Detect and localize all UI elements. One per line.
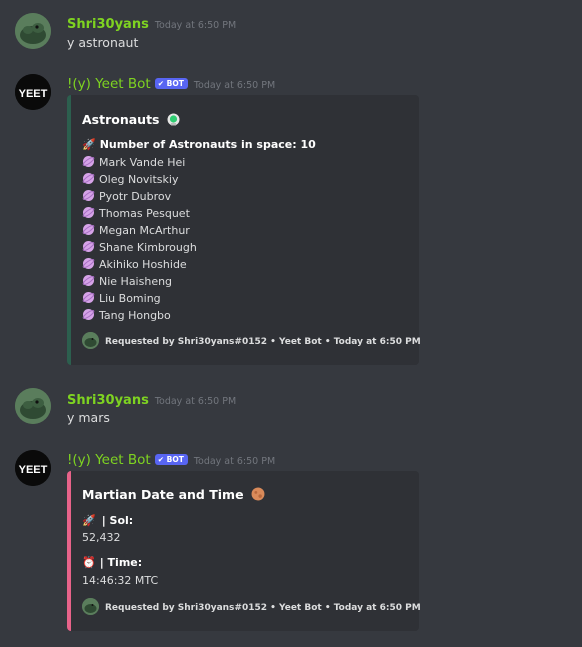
user-avatar[interactable]	[15, 13, 51, 49]
embed-title: Astronauts	[82, 112, 184, 127]
embed-footer: Requested by Shri30yans#0152 • Yeet Bot …	[82, 332, 421, 349]
timestamp: Today at 6:50 PM	[154, 20, 237, 31]
astronaut-item: Liu Boming	[82, 291, 161, 305]
astronaut-item: Thomas Pesquet	[82, 206, 190, 220]
sol-label: 🚀 | Sol:	[82, 514, 134, 527]
satellite-icon	[82, 224, 95, 235]
bot-username[interactable]: !(y) Yeet Bot	[67, 452, 151, 468]
username[interactable]: Shri30yans	[67, 393, 149, 408]
astronaut-name: Thomas Pesquet	[99, 207, 190, 220]
astronaut-item: Nie Haisheng	[82, 274, 172, 288]
embed-footer: Requested by Shri30yans#0152 • Yeet Bot …	[82, 598, 421, 615]
svg-text:YEET: YEET	[19, 464, 48, 476]
mars-planet-icon	[251, 487, 265, 501]
astronaut-item: Pyotr Dubrov	[82, 189, 171, 203]
mars-embed: Martian Date and Time 🚀 | Sol: 52,432 ⏰ | …	[67, 471, 421, 631]
astronaut-name: Shane Kimbrough	[99, 241, 197, 254]
astronaut-name: Mark Vande Hei	[99, 156, 186, 169]
footer-avatar-icon	[82, 332, 99, 349]
astronaut-item: Megan McArthur	[82, 223, 190, 237]
frog-avatar-icon	[15, 388, 51, 424]
satellite-icon	[82, 190, 95, 201]
astronauts-embed: Astronauts 🚀 Number of Astronauts in spac…	[67, 95, 421, 365]
embed-title-text: Astronauts	[82, 112, 160, 127]
sol-value: 52,432	[82, 531, 121, 544]
embed-title: Martian Date and Time	[82, 487, 269, 502]
message-text: y astronaut	[67, 35, 139, 50]
satellite-icon	[82, 207, 95, 218]
time-label: ⏰ | Time:	[82, 556, 143, 569]
astronaut-item: Akihiko Hoshide	[82, 257, 187, 271]
bot-badge: ✔ BOT	[154, 454, 188, 465]
astronaut-name: Nie Haisheng	[99, 275, 173, 288]
frog-avatar-icon	[15, 13, 51, 49]
yeet-logo-icon: YEET	[15, 450, 51, 486]
alarm-clock-icon: ⏰	[82, 556, 96, 569]
timestamp: Today at 6:50 PM	[154, 396, 237, 407]
satellite-icon	[82, 258, 95, 269]
yeet-logo-icon: YEET	[15, 74, 51, 110]
rocket-icon: 🚀	[82, 514, 96, 527]
astronaut-item: Mark Vande Hei	[82, 155, 185, 169]
satellite-icon	[82, 241, 95, 252]
astronaut-name: Tang Hongbo	[99, 309, 171, 322]
user-avatar[interactable]	[15, 388, 51, 424]
astronaut-item: Oleg Novitskiy	[82, 172, 178, 186]
satellite-icon	[82, 275, 95, 286]
satellite-icon	[82, 309, 95, 320]
astronaut-name: Liu Boming	[99, 292, 161, 305]
bot-username[interactable]: !(y) Yeet Bot	[67, 76, 151, 92]
satellite-icon	[82, 173, 95, 184]
timestamp: Today at 6:50 PM	[193, 80, 276, 91]
timestamp: Today at 6:50 PM	[193, 456, 276, 467]
username[interactable]: Shri30yans	[67, 17, 149, 32]
astronaut-item: Tang Hongbo	[82, 308, 171, 322]
bot-badge: ✔ BOT	[154, 78, 188, 89]
astronaut-name: Megan McArthur	[99, 224, 190, 237]
astronaut-item: Shane Kimbrough	[82, 240, 197, 254]
time-value: 14:46:32 MTC	[82, 574, 159, 587]
message-text: y mars	[67, 410, 110, 425]
footer-text: Requested by Shri30yans#0152 • Yeet Bot …	[105, 337, 421, 347]
bot-avatar[interactable]: YEET	[15, 74, 51, 110]
embed-title-text: Martian Date and Time	[82, 487, 244, 502]
astronaut-name: Pyotr Dubrov	[99, 190, 172, 203]
satellite-icon	[82, 156, 95, 167]
bot-avatar[interactable]: YEET	[15, 450, 51, 486]
astronaut-count: 🚀 Number of Astronauts in space: 10	[82, 138, 316, 151]
satellite-icon	[82, 292, 95, 303]
footer-text: Requested by Shri30yans#0152 • Yeet Bot …	[105, 603, 421, 613]
footer-avatar-icon	[82, 598, 99, 615]
astronaut-icon	[167, 113, 180, 126]
astronaut-name: Akihiko Hoshide	[99, 258, 187, 271]
astronaut-name: Oleg Novitskiy	[99, 173, 179, 186]
svg-text:YEET: YEET	[19, 88, 48, 100]
rocket-icon: 🚀	[82, 138, 96, 151]
